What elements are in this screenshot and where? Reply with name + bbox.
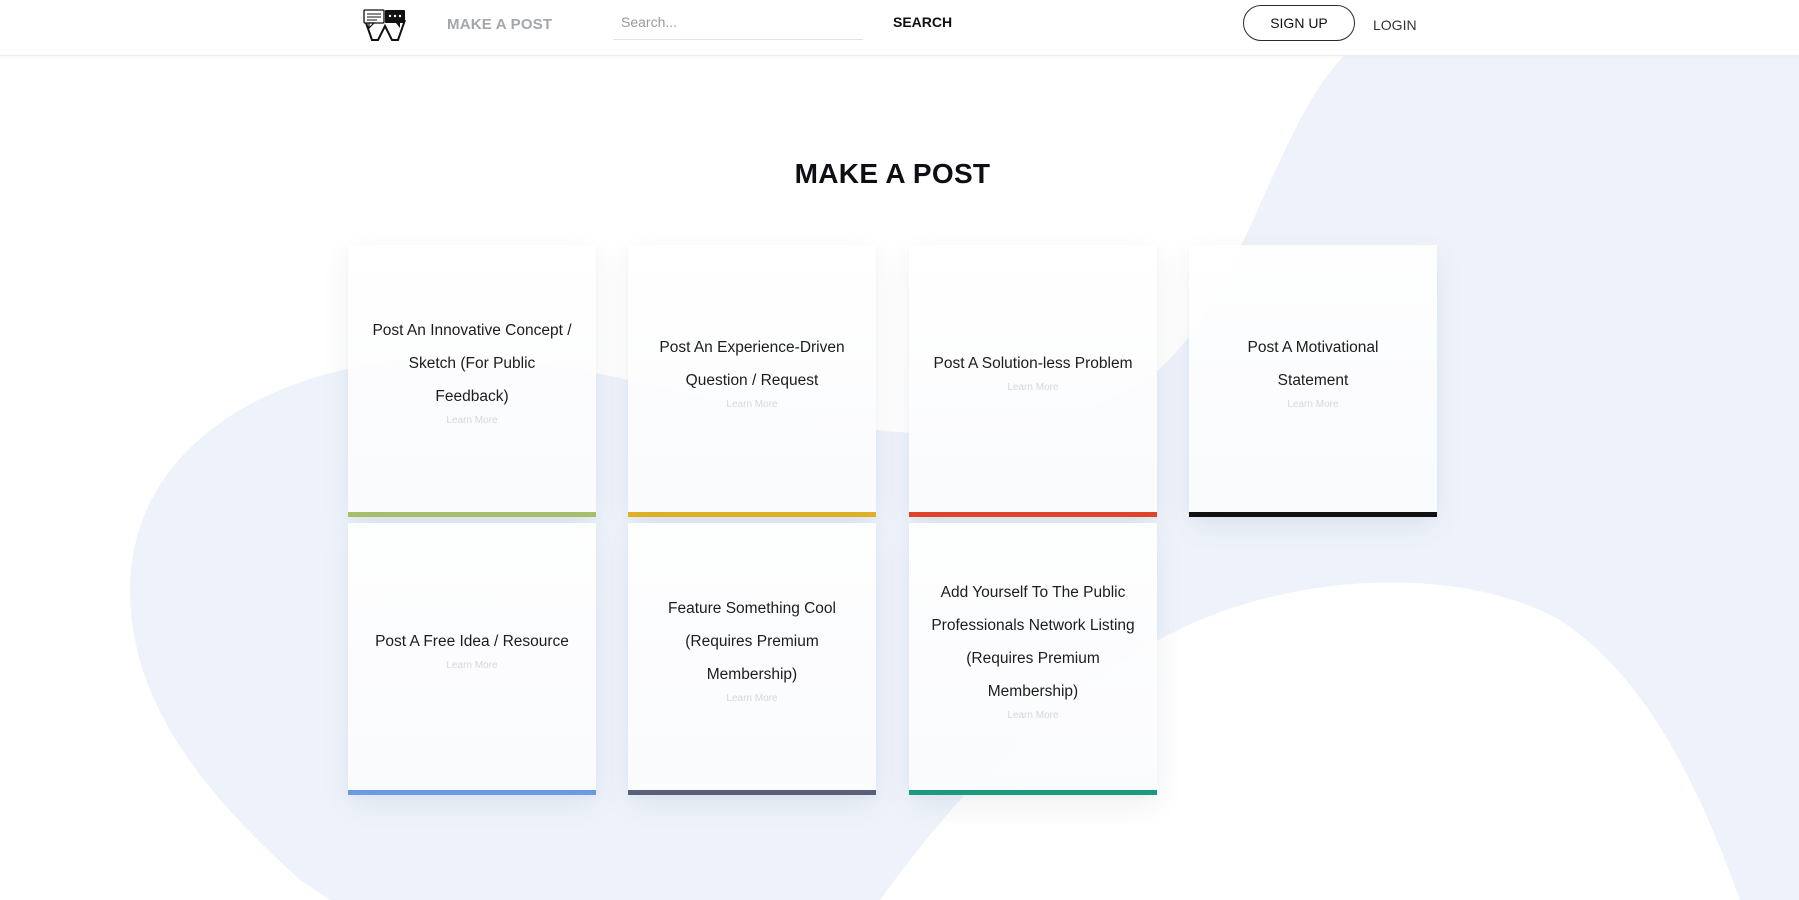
card-title: Post A Solution-less Problem: [933, 355, 1133, 372]
card-accent-bar: [1189, 512, 1437, 517]
card-accent-bar: [909, 790, 1157, 795]
nav-make-a-post-link[interactable]: MAKE A POST: [447, 16, 552, 33]
card-content: Post An Innovative Concept / Sketch (For…: [348, 245, 596, 512]
learn-more-link[interactable]: Learn More: [1007, 380, 1058, 396]
card-content: Post An Experience-Driven Question / Req…: [628, 245, 876, 512]
search-input[interactable]: [613, 8, 869, 36]
learn-more-link[interactable]: Learn More: [726, 691, 777, 707]
top-navbar: MAKE A POST SEARCH SIGN UP LOGIN: [0, 0, 1799, 56]
card-content: Feature Something Cool (Requires Premium…: [628, 523, 876, 790]
sign-up-button[interactable]: SIGN UP: [1243, 5, 1355, 41]
card-free-idea-resource[interactable]: Post A Free Idea / Resource Learn More: [348, 523, 596, 795]
background-blob: [130, 48, 1799, 900]
search-field-wrapper: [613, 8, 869, 40]
learn-more-link[interactable]: Learn More: [726, 397, 777, 413]
card-accent-bar: [348, 790, 596, 795]
card-accent-bar: [909, 512, 1157, 517]
card-title: Post A Free Idea / Resource: [375, 633, 569, 650]
card-title: Post An Experience-Driven Question / Req…: [659, 338, 845, 389]
card-professionals-network[interactable]: Add Yourself To The Public Professionals…: [909, 523, 1157, 795]
card-title: Post An Innovative Concept / Sketch (For…: [372, 322, 572, 405]
card-experience-question[interactable]: Post An Experience-Driven Question / Req…: [628, 245, 876, 517]
card-title: Feature Something Cool (Requires Premium…: [667, 600, 836, 683]
learn-more-link[interactable]: Learn More: [1007, 708, 1058, 724]
card-content: Add Yourself To The Public Professionals…: [909, 523, 1157, 790]
learn-more-link[interactable]: Learn More: [1287, 397, 1338, 413]
page: MAKE A POST SEARCH SIGN UP LOGIN MAKE A …: [0, 0, 1799, 900]
speech-bubbles-logo-icon[interactable]: [362, 8, 408, 44]
card-title: Add Yourself To The Public Professionals…: [931, 583, 1135, 700]
search-button[interactable]: SEARCH: [893, 14, 952, 30]
login-link[interactable]: LOGIN: [1373, 17, 1417, 33]
card-content: Post A Free Idea / Resource Learn More: [348, 523, 596, 790]
card-motivational-statement[interactable]: Post A Motivational Statement Learn More: [1189, 245, 1437, 517]
card-solution-less-problem[interactable]: Post A Solution-less Problem Learn More: [909, 245, 1157, 517]
page-title: MAKE A POST: [794, 158, 991, 189]
card-innovative-concept[interactable]: Post An Innovative Concept / Sketch (For…: [348, 245, 596, 517]
card-content: Post A Motivational Statement Learn More: [1189, 245, 1437, 512]
card-accent-bar: [348, 512, 596, 517]
card-accent-bar: [628, 790, 876, 795]
learn-more-link[interactable]: Learn More: [446, 413, 497, 429]
card-title: Post A Motivational Statement: [1247, 338, 1379, 389]
card-accent-bar: [628, 512, 876, 517]
card-feature-something-cool[interactable]: Feature Something Cool (Requires Premium…: [628, 523, 876, 795]
learn-more-link[interactable]: Learn More: [446, 658, 497, 674]
card-content: Post A Solution-less Problem Learn More: [909, 245, 1157, 512]
